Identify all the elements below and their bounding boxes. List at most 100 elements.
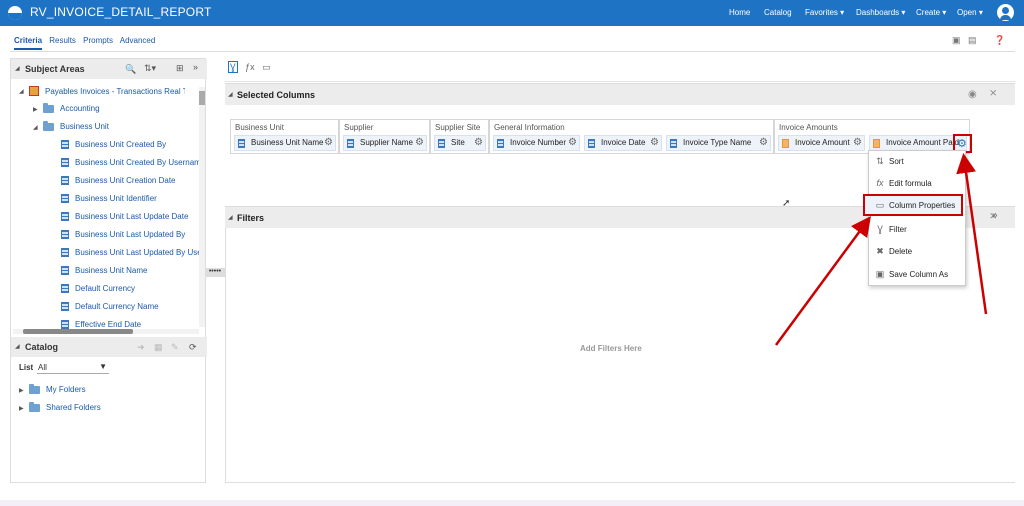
menu-item-save-column-as[interactable]: ▣ Save Column As	[869, 264, 965, 286]
collapse-triangle-icon[interactable]: ◢	[228, 214, 233, 221]
gear-icon[interactable]: ⚙	[568, 137, 577, 149]
expand-triangle-icon[interactable]: ▶	[19, 405, 29, 412]
expand-icon[interactable]: »	[193, 62, 198, 72]
catalog-folder-my-folders[interactable]: ▶ My Folders	[19, 383, 86, 394]
column-chip-invoice-amount[interactable]: Invoice Amount ⚙	[778, 135, 865, 151]
panel-splitter[interactable]: •••••	[205, 268, 225, 277]
gear-icon[interactable]: ⚙	[853, 137, 862, 149]
top-bar: RV_INVOICE_DETAIL_REPORT Home Catalog Fa…	[0, 0, 1024, 26]
column-icon	[61, 248, 69, 258]
tree-folder-accounting[interactable]: ▶ Accounting	[33, 102, 100, 113]
chevron-down-icon: ▾	[942, 8, 947, 17]
tab-results[interactable]: Results	[49, 36, 76, 45]
help-icon[interactable]: ❓	[994, 35, 1005, 46]
list-item[interactable]: Business Unit Last Update Date	[61, 212, 188, 222]
add-to-criteria-icon[interactable]: ➜	[137, 342, 145, 353]
list-item[interactable]: Business Unit Name	[61, 266, 147, 276]
scrollbar-thumb[interactable]	[23, 329, 133, 334]
save-icon[interactable]: ▣	[952, 35, 961, 46]
delete-icon: ✖	[876, 246, 884, 256]
menu-item-sort[interactable]: ⇅ Sort	[869, 151, 965, 173]
scrollbar-thumb[interactable]	[199, 91, 205, 105]
tree-folder-business-unit[interactable]: ◢ Business Unit	[33, 120, 109, 131]
filter-toolbar-icon[interactable]: Ɣ	[228, 61, 238, 73]
search-icon[interactable]: 🔍	[125, 64, 136, 75]
column-icon	[61, 176, 69, 186]
gear-icon[interactable]: ⚙	[324, 137, 333, 149]
collapse-triangle-icon[interactable]: ◢	[15, 343, 20, 350]
catalog-list-select[interactable]: All ▼	[37, 361, 109, 374]
list-item[interactable]: Business Unit Created By Username	[61, 158, 199, 168]
gear-icon[interactable]: ⚙	[957, 137, 967, 150]
report-title: RV_INVOICE_DETAIL_REPORT	[30, 5, 212, 19]
gear-icon[interactable]: ⚙	[650, 137, 659, 149]
gear-icon[interactable]: ⚙	[415, 137, 424, 149]
menu-item-delete[interactable]: ✖ Delete	[869, 241, 965, 263]
nav-open[interactable]: Open ▾	[957, 8, 983, 17]
expand-icon[interactable]: »	[992, 210, 998, 221]
column-icon	[61, 302, 69, 312]
column-icon	[347, 139, 354, 148]
formula-toolbar-icon[interactable]: ƒx	[245, 62, 255, 72]
catalog-folder-shared-folders[interactable]: ▶ Shared Folders	[19, 401, 101, 412]
tab-advanced[interactable]: Advanced	[120, 36, 156, 45]
list-item[interactable]: Effective End Date	[61, 320, 141, 330]
nav-create[interactable]: Create ▾	[916, 8, 946, 17]
list-item[interactable]: Business Unit Created By	[61, 140, 166, 150]
collapse-triangle-icon[interactable]: ◢	[15, 65, 20, 72]
subject-area-root[interactable]: ◢ Payables Invoices - Transactions Real T…	[19, 86, 185, 96]
tab-criteria[interactable]: Criteria	[14, 36, 43, 50]
collapse-triangle-icon[interactable]: ◢	[19, 88, 29, 95]
folder-icon	[29, 401, 40, 412]
refresh-icon[interactable]: ⟳	[189, 342, 197, 353]
folder-icon	[43, 120, 54, 131]
add-subject-area-icon[interactable]: ⊞	[176, 63, 184, 74]
sort-icon[interactable]: ⇅▾	[144, 63, 156, 74]
menu-item-column-properties[interactable]: ▭ Column Properties	[863, 194, 963, 216]
column-properties-toolbar-icon[interactable]: ▭	[262, 62, 271, 72]
measure-icon	[782, 139, 789, 148]
editor-tabs: Criteria Results Prompts Advanced	[14, 36, 160, 50]
list-item[interactable]: Business Unit Identifier	[61, 194, 157, 204]
gear-icon[interactable]: ⚙	[474, 137, 483, 149]
column-chip-invoice-date[interactable]: Invoice Date ⚙	[584, 135, 662, 151]
collapse-triangle-icon[interactable]: ◢	[228, 91, 233, 98]
expand-triangle-icon[interactable]: ▶	[19, 387, 29, 394]
divider	[225, 228, 226, 483]
list-item[interactable]: Business Unit Last Updated By	[61, 230, 185, 240]
measure-icon	[873, 139, 880, 148]
nav-dashboards[interactable]: Dashboards ▾	[856, 8, 905, 17]
column-icon	[61, 194, 69, 204]
list-item[interactable]: Business Unit Creation Date	[61, 176, 176, 186]
column-chip-invoice-type-name[interactable]: Invoice Type Name ⚙	[666, 135, 771, 151]
column-chip-business-unit-name[interactable]: Business Unit Name ⚙	[234, 135, 336, 151]
subject-areas-horizontal-scrollbar[interactable]	[13, 329, 199, 334]
nav-catalog[interactable]: Catalog	[764, 8, 792, 17]
collapse-triangle-icon[interactable]: ◢	[33, 124, 43, 131]
folder-icon	[29, 383, 40, 394]
nav-favorites[interactable]: Favorites ▾	[805, 8, 844, 17]
nav-home[interactable]: Home	[729, 8, 750, 17]
mouse-cursor-icon: ➚	[782, 198, 791, 209]
subject-areas-vertical-scrollbar[interactable]	[199, 87, 205, 327]
column-icon	[497, 139, 504, 148]
menu-item-filter[interactable]: Ɣ Filter	[869, 219, 965, 241]
remove-all-icon[interactable]: ⨯	[989, 88, 997, 99]
column-chip-invoice-number[interactable]: Invoice Number ⚙	[493, 135, 580, 151]
list-item[interactable]: Business Unit Last Updated By User	[61, 248, 199, 258]
gear-icon[interactable]: ⚙	[759, 137, 768, 149]
tab-prompts[interactable]: Prompts	[83, 36, 113, 45]
list-item[interactable]: Default Currency Name	[61, 302, 159, 312]
save-as-icon[interactable]: ▤	[968, 35, 977, 46]
chevron-down-icon: ▾	[840, 8, 845, 17]
edit-icon[interactable]: ✎	[171, 342, 179, 353]
properties-icon[interactable]: ▦	[154, 342, 163, 353]
column-chip-site[interactable]: Site ⚙	[434, 135, 486, 151]
expand-triangle-icon[interactable]: ▶	[33, 106, 43, 113]
list-item[interactable]: Default Currency	[61, 284, 135, 294]
user-avatar-icon[interactable]	[997, 4, 1014, 21]
menu-item-edit-formula[interactable]: fx Edit formula	[869, 173, 965, 195]
column-chip-supplier-name[interactable]: Supplier Name ⚙	[343, 135, 427, 151]
show-hide-icon[interactable]: ◉	[968, 89, 977, 100]
column-group-supplier-site: Supplier Site Site ⚙	[430, 119, 489, 154]
